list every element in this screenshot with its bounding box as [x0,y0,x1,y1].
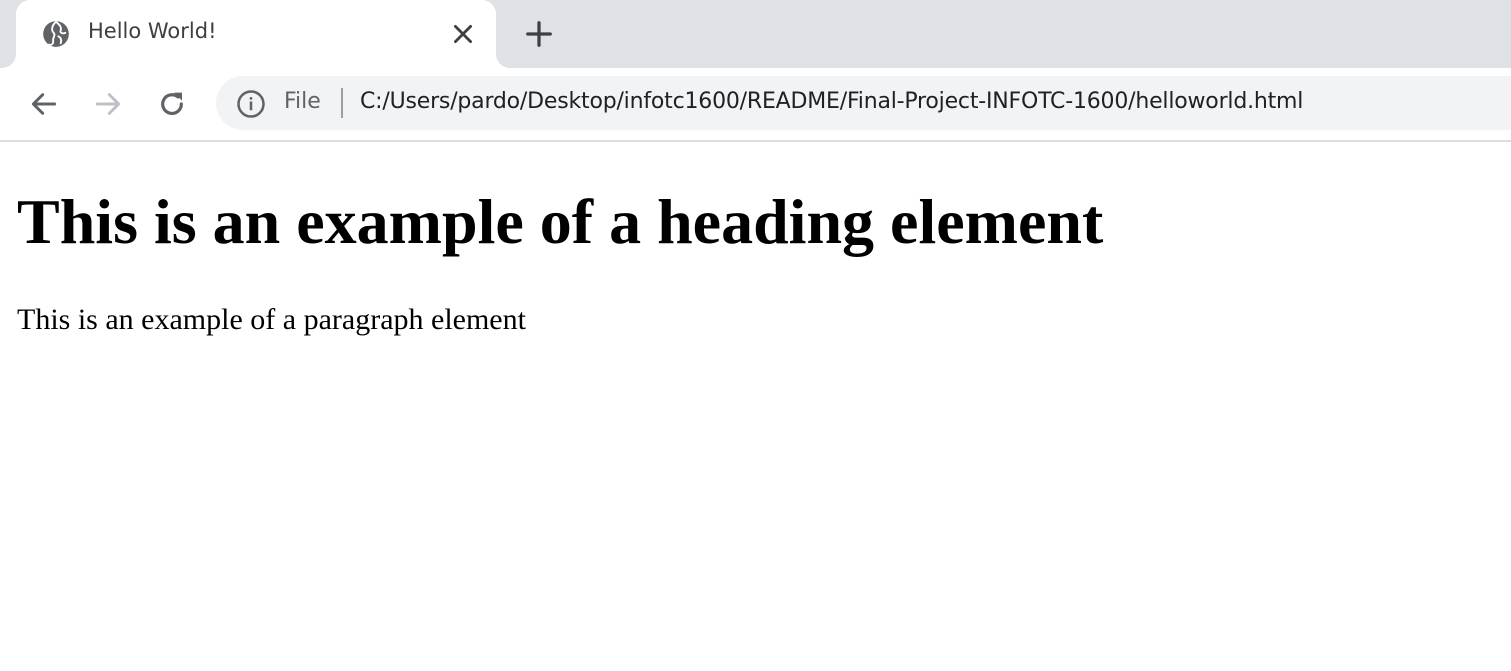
tab-title: Hello World! [88,19,217,43]
back-arrow-icon[interactable] [28,88,60,120]
new-tab-plus-icon[interactable] [524,19,554,49]
address-divider [341,88,343,118]
url-text[interactable]: C:/Users/pardo/Desktop/infotc1600/README… [360,89,1303,114]
page-content: This is an example of a heading element … [0,142,1511,671]
tab-strip: Hello World! [0,0,1511,68]
page-heading: This is an example of a heading element [17,186,1104,257]
globe-icon [43,20,69,47]
browser-toolbar: File C:/Users/pardo/Desktop/infotc1600/R… [0,68,1511,142]
tab-hello-world[interactable]: Hello World! [16,0,496,68]
reload-icon[interactable] [156,88,188,120]
forward-arrow-icon[interactable] [92,88,124,120]
close-icon[interactable] [450,21,476,47]
address-bar[interactable]: File C:/Users/pardo/Desktop/infotc1600/R… [216,76,1511,130]
scheme-label: File [284,89,321,114]
info-icon[interactable] [236,89,266,119]
page-paragraph: This is an example of a paragraph elemen… [17,303,526,336]
